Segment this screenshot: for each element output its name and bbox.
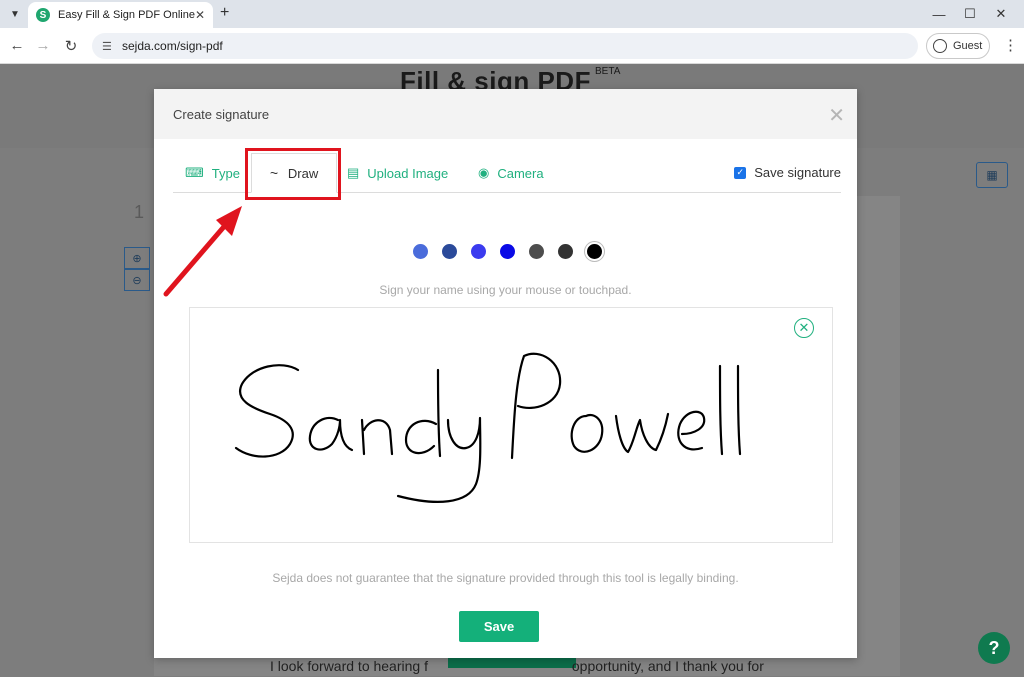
zoom-out-icon[interactable]: ⊖ (124, 269, 150, 291)
window-close-icon[interactable]: ✕ (986, 4, 1016, 24)
color-swatch[interactable] (442, 244, 457, 259)
draw-tab-highlight (245, 148, 341, 200)
site-info-icon[interactable]: ☰ (102, 40, 116, 53)
save-signature-checkbox[interactable]: ✓ Save signature (734, 165, 841, 180)
save-button[interactable]: Save (459, 611, 539, 642)
color-swatch[interactable] (471, 244, 486, 259)
browser-tab-bar: ▼ S Easy Fill & Sign PDF Online ✕ + — ☐ … (0, 0, 1024, 28)
profile-label: Guest (953, 40, 983, 52)
new-tab-plus-icon[interactable]: + (220, 4, 229, 22)
tab-camera[interactable]: ◉ Camera (478, 165, 544, 181)
signature-canvas[interactable]: ✕ (189, 307, 833, 543)
image-icon: ▤ (347, 165, 360, 180)
back-arrow-icon[interactable]: ← (8, 37, 26, 54)
dialog-header: Create signature ✕ (154, 89, 857, 139)
keyboard-icon: ⌨ (185, 165, 204, 180)
dialog-close-icon[interactable]: ✕ (828, 103, 845, 128)
draw-hint: Sign your name using your mouse or touch… (379, 283, 632, 297)
zoom-in-icon[interactable]: ⊕ (124, 247, 150, 269)
color-swatch[interactable] (558, 244, 573, 259)
address-bar[interactable]: ☰ sejda.com/sign-pdf (92, 33, 918, 59)
thumbnails-grid-icon[interactable]: ▦ (976, 162, 1008, 188)
tab-close-icon[interactable]: ✕ (195, 8, 205, 22)
pdf-body-text: I look forward to hearing f opportunity,… (270, 658, 764, 674)
tab-search-chevron-icon[interactable]: ▼ (6, 5, 24, 23)
color-swatch[interactable] (529, 244, 544, 259)
maximize-icon[interactable]: ☐ (955, 4, 985, 24)
tab-upload-image[interactable]: ▤ Upload Image (347, 165, 448, 181)
tab-title: Easy Fill & Sign PDF Online (58, 9, 195, 21)
legal-disclaimer: Sejda does not guarantee that the signat… (272, 571, 739, 585)
reload-icon[interactable]: ↻ (62, 37, 80, 55)
red-arrow-annotation (163, 206, 242, 297)
person-icon (933, 39, 947, 53)
tab-camera-label: Camera (497, 165, 544, 181)
tab-upload-label: Upload Image (367, 165, 449, 181)
color-swatch[interactable] (413, 244, 428, 259)
color-swatch[interactable] (500, 244, 515, 259)
url-text[interactable]: sejda.com/sign-pdf (122, 39, 223, 53)
sejda-favicon-icon: S (36, 8, 50, 22)
tab-type-label: Type (211, 165, 240, 181)
page-number: 1 (134, 202, 145, 222)
checkbox-checked-icon[interactable]: ✓ (734, 166, 747, 179)
dialog-title: Create signature (173, 107, 270, 122)
forward-arrow-icon[interactable]: → (34, 37, 52, 54)
beta-label: BETA (595, 66, 621, 77)
color-swatch[interactable] (587, 244, 602, 259)
tab-type[interactable]: ⌨ Type (185, 165, 240, 181)
profile-button[interactable]: Guest (926, 33, 990, 59)
browser-toolbar: ← → ↻ ☰ sejda.com/sign-pdf Guest ⋮ (0, 28, 1024, 64)
camera-icon: ◉ (478, 165, 490, 180)
save-signature-label: Save signature (754, 165, 841, 180)
browser-menu-icon[interactable]: ⋮ (1003, 36, 1018, 54)
clear-signature-icon[interactable]: ✕ (794, 318, 814, 338)
help-question-icon[interactable]: ? (978, 632, 1010, 664)
browser-tab[interactable]: S Easy Fill & Sign PDF Online ✕ (28, 2, 213, 28)
minimize-icon[interactable]: — (924, 4, 954, 24)
drawn-signature (234, 352, 742, 503)
